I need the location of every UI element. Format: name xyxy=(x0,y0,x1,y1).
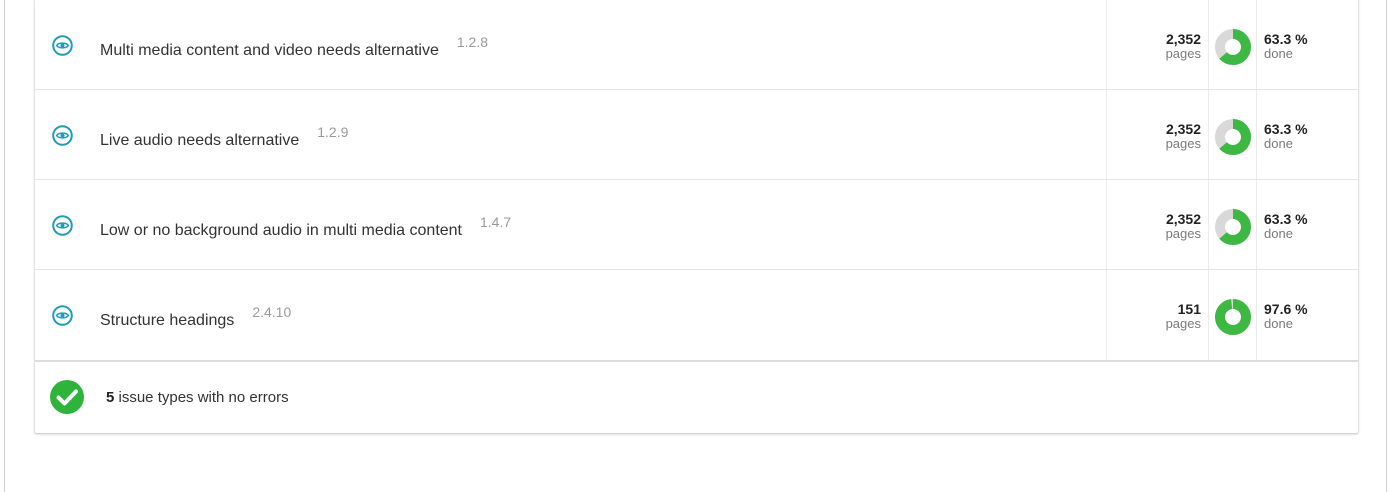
progress-donut xyxy=(1215,299,1251,335)
no-errors-summary[interactable]: 5 issue types with no errors xyxy=(35,362,1358,433)
pages-count: 151 pages xyxy=(1110,301,1201,331)
done-label: done xyxy=(1264,226,1293,241)
column-divider xyxy=(1208,90,1209,179)
pages-number: 2,352 xyxy=(1165,31,1201,47)
column-divider xyxy=(1256,270,1257,360)
column-divider xyxy=(1208,180,1209,269)
done-label: done xyxy=(1264,316,1293,331)
progress-donut xyxy=(1215,209,1251,245)
eye-icon[interactable] xyxy=(52,305,73,326)
percent-value: 63.3 % xyxy=(1264,211,1308,227)
eye-icon[interactable] xyxy=(52,215,73,236)
issue-code: 1.2.8 xyxy=(456,34,489,50)
no-errors-label: issue types with no errors xyxy=(114,389,289,406)
column-divider xyxy=(1256,0,1257,89)
percent-done: 63.3 % done xyxy=(1264,31,1308,61)
issue-title[interactable]: Structure headings xyxy=(100,312,234,329)
percent-done: 63.3 % done xyxy=(1264,121,1308,151)
pages-count: 2,352 pages xyxy=(1110,211,1201,241)
left-border xyxy=(4,0,5,492)
issue-label[interactable]: Low or no background audio in multi medi… xyxy=(100,214,511,240)
column-divider xyxy=(1106,270,1107,360)
pages-number: 151 xyxy=(1177,301,1201,317)
percent-done: 63.3 % done xyxy=(1264,211,1308,241)
issues-card: Multi media content and video needs alte… xyxy=(34,0,1359,434)
done-label: done xyxy=(1264,136,1293,151)
column-divider xyxy=(1106,90,1107,179)
issue-title[interactable]: Live audio needs alternative xyxy=(100,132,299,149)
column-divider xyxy=(1106,180,1107,269)
pages-count: 2,352 pages xyxy=(1110,121,1201,151)
progress-donut xyxy=(1215,119,1251,155)
issue-label[interactable]: Structure headings 2.4.10 xyxy=(100,304,291,330)
page: Multi media content and video needs alte… xyxy=(0,0,1390,492)
issue-label[interactable]: Live audio needs alternative 1.2.9 xyxy=(100,124,348,150)
check-circle-icon xyxy=(50,380,84,414)
pages-count: 2,352 pages xyxy=(1110,31,1201,61)
issue-code: 1.4.7 xyxy=(480,214,512,230)
column-divider xyxy=(1106,0,1107,89)
column-divider xyxy=(1208,0,1209,89)
eye-icon[interactable] xyxy=(52,35,73,56)
issue-code: 1.2.9 xyxy=(317,124,349,140)
percent-value: 63.3 % xyxy=(1264,121,1308,137)
percent-value: 63.3 % xyxy=(1264,31,1308,47)
issue-row[interactable]: Structure headings 2.4.10 151 pages 97.6 … xyxy=(35,270,1358,362)
pages-unit: pages xyxy=(1165,46,1201,61)
issue-list: Multi media content and video needs alte… xyxy=(35,0,1358,362)
issue-row[interactable]: Low or no background audio in multi medi… xyxy=(35,180,1358,270)
issue-code: 2.4.10 xyxy=(252,304,292,320)
no-errors-text: 5 issue types with no errors xyxy=(106,389,289,406)
right-border xyxy=(1386,0,1387,492)
column-divider xyxy=(1256,180,1257,269)
percent-done: 97.6 % done xyxy=(1264,301,1308,331)
pages-unit: pages xyxy=(1165,136,1201,151)
done-label: done xyxy=(1264,46,1293,61)
issue-row[interactable]: Live audio needs alternative 1.2.9 2,352 … xyxy=(35,90,1358,180)
pages-number: 2,352 xyxy=(1165,211,1201,227)
issue-title[interactable]: Multi media content and video needs alte… xyxy=(100,42,439,59)
issue-label[interactable]: Multi media content and video needs alte… xyxy=(100,34,488,60)
column-divider xyxy=(1208,270,1209,360)
pages-unit: pages xyxy=(1165,316,1201,331)
progress-donut xyxy=(1215,29,1251,65)
percent-value: 97.6 % xyxy=(1264,301,1308,317)
issue-row[interactable]: Multi media content and video needs alte… xyxy=(35,0,1358,90)
column-divider xyxy=(1256,90,1257,179)
issue-title[interactable]: Low or no background audio in multi medi… xyxy=(100,222,462,239)
eye-icon[interactable] xyxy=(52,125,73,146)
pages-unit: pages xyxy=(1165,226,1201,241)
pages-number: 2,352 xyxy=(1165,121,1201,137)
